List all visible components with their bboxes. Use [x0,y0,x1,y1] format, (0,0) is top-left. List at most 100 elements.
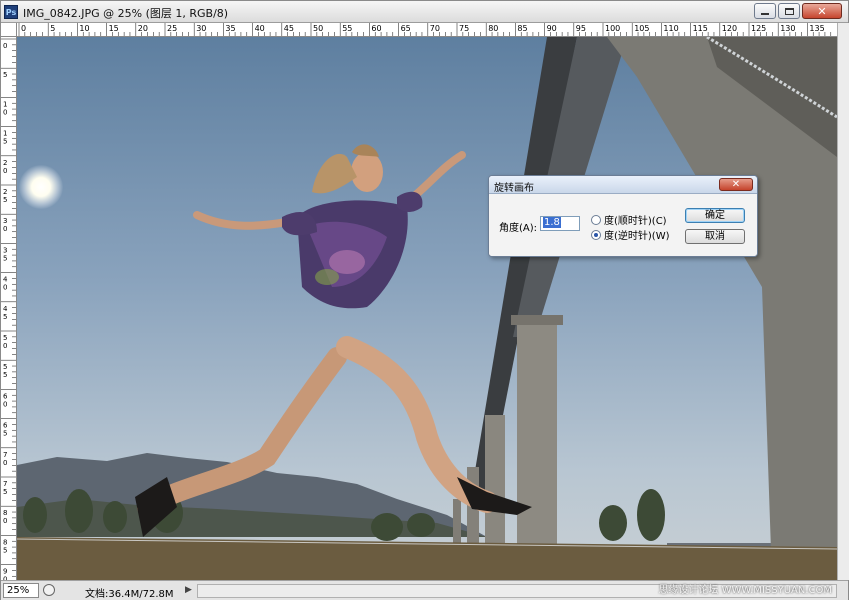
ruler-label: 5 [3,196,7,204]
close-window-button[interactable]: ✕ [802,3,842,19]
maximize-icon [784,7,794,15]
ruler-label: 6 [3,422,8,430]
ruler-label: 50 [313,24,323,33]
ruler-label: 8 [3,538,7,546]
bridge-pier [517,322,557,567]
ruler-origin[interactable] [1,23,17,37]
ruler-label: 110 [663,24,678,33]
photo-scene [17,37,837,580]
clockwise-label: 度(顺时针)(C) [604,216,667,227]
clockwise-radio[interactable] [591,214,601,225]
ruler-label: 5 [3,334,7,342]
ruler-label: 5 [3,313,7,321]
document-title: IMG_0842.JPG @ 25% (图层 1, RGB/8) [23,7,229,20]
ruler-label: 120 [722,24,737,33]
ruler-label: 7 [3,480,7,488]
angle-input[interactable]: 1.8 [540,216,580,231]
ruler-label: 8 [3,509,7,517]
ruler-label: 0 [3,459,7,467]
zoom-level-input[interactable]: 25% [3,583,39,598]
ruler-label: 45 [284,24,294,33]
ruler-label: 0 [21,24,26,33]
ruler-label: 1 [3,130,7,138]
ruler-label: 100 [605,24,620,33]
ruler-label: 35 [225,24,235,33]
ruler-label: 70 [430,24,440,33]
ruler-label: 0 [3,517,7,525]
document-size: 文档:36.4M/72.8M [85,589,174,600]
ruler-label: 5 [3,371,7,379]
ruler-label: 0 [3,400,7,408]
dialog-close-button[interactable]: ✕ [719,178,753,191]
photoshop-app-icon: Ps [4,5,18,19]
bridge-pier-2 [485,415,505,565]
horizontal-ruler-ticks: 0 5 10 15 20 25 30 35 40 45 50 55 60 65 70 75 80 85 90 95 10… [18,23,832,36]
ruler-label: 75 [459,24,469,33]
status-info-icon[interactable] [43,584,55,596]
cancel-button[interactable]: 取消 [685,229,745,244]
minimize-button[interactable] [754,3,776,19]
minimize-icon [761,13,769,15]
ruler-label: 5 [3,138,7,146]
ruler-label: 0 [3,167,7,175]
ruler-label: 0 [3,225,7,233]
ruler-label: 5 [3,488,7,496]
ruler-label: 25 [167,24,177,33]
ruler-label: 7 [3,451,7,459]
ruler-label: 65 [401,24,411,33]
ruler-label: 90 [547,24,557,33]
ruler-label: 125 [751,24,766,33]
ruler-label: 0 [3,108,7,116]
ruler-label: 4 [3,305,8,313]
ruler-label: 3 [3,246,7,254]
ok-button[interactable]: 确定 [685,208,745,223]
ruler-label: 4 [3,276,8,284]
dialog-title-bar[interactable]: 旋转画布 ✕ [489,176,757,194]
vertical-ruler-ticks: 051015202530354045505560657075808590 [1,38,16,580]
status-menu-arrow-icon[interactable]: ▶ [185,585,192,595]
ruler-label: 85 [517,24,527,33]
maximize-button[interactable] [778,3,800,19]
angle-value: 1.8 [543,217,561,228]
ruler-label: 5 [3,546,7,554]
ruler-label: 0 [3,342,7,350]
ruler-label: 3 [3,217,7,225]
ruler-label: 0 [3,42,7,50]
ruler-label: 5 [50,24,55,33]
counterclockwise-label: 度(逆时针)(W) [604,231,670,242]
ruler-label: 80 [488,24,498,33]
ruler-label: 20 [138,24,148,33]
horizontal-ruler[interactable]: 0 5 10 15 20 25 30 35 40 45 50 55 60 65 70 75 80 85 90 95 10… [17,23,837,37]
ruler-label: 5 [3,430,7,438]
ruler-label: 2 [3,159,7,167]
dialog-title: 旋转画布 [494,183,534,194]
dialog-body: 角度(A): 1.8 度(顺时针)(C) 度(逆时针)(W) 确定 取消 [489,194,757,256]
ruler-label: 5 [3,363,7,371]
ruler-label: 1 [3,100,7,108]
image-canvas[interactable] [17,37,837,580]
vertical-scrollbar[interactable] [837,23,849,580]
ruler-label: 15 [109,24,119,33]
ruler-label: 130 [780,24,795,33]
clockwise-option[interactable]: 度(顺时针)(C) [591,212,667,227]
vertical-ruler[interactable]: 051015202530354045505560657075808590 [1,37,17,580]
close-icon: ✕ [817,4,827,18]
rotate-canvas-dialog: 旋转画布 ✕ 角度(A): 1.8 度(顺时针)(C) 度(逆时针)(W) 确定… [488,175,758,257]
ruler-label: 30 [196,24,206,33]
ruler-label: 105 [634,24,649,33]
ruler-label: 60 [371,24,381,33]
angle-label: 角度(A): [499,223,538,234]
ruler-label: 55 [342,24,352,33]
ruler-label: 2 [3,188,7,196]
ruler-label: 10 [79,24,89,33]
watermark: 思缘设计论坛 WWW.MISSYUAN.COM [658,585,832,596]
ruler-label: 6 [3,392,8,400]
ruler-label: 5 [3,254,7,262]
counterclockwise-option[interactable]: 度(逆时针)(W) [591,227,670,242]
window-controls: ✕ [754,3,842,19]
ruler-label: 95 [576,24,586,33]
ruler-label: 0 [3,284,7,292]
ruler-label: 135 [809,24,824,33]
counterclockwise-radio[interactable] [591,229,601,240]
title-bar[interactable]: Ps IMG_0842.JPG @ 25% (图层 1, RGB/8) ✕ [1,1,848,23]
